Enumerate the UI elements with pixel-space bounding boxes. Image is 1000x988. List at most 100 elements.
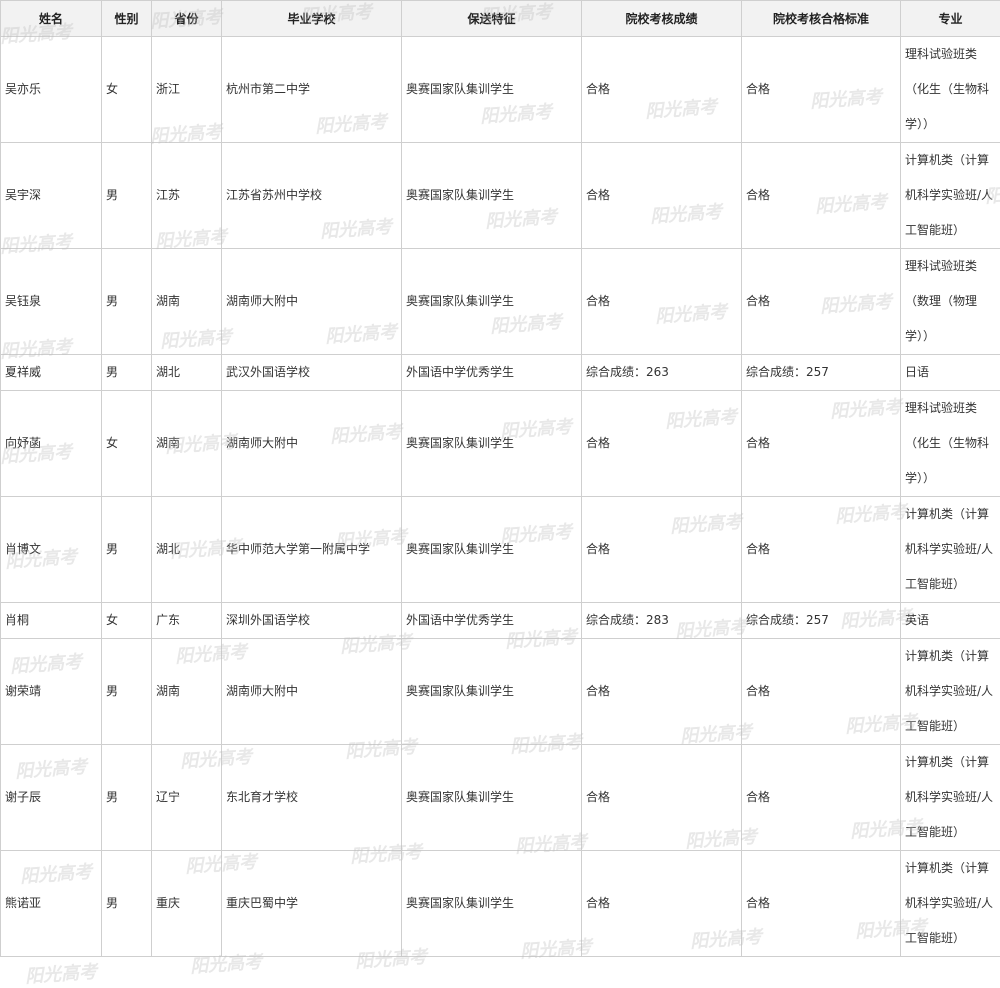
cell-school: 华中师范大学第一附属中学 — [222, 497, 402, 603]
cell-school: 重庆巴蜀中学 — [222, 851, 402, 957]
cell-gender: 男 — [102, 249, 152, 355]
table-row: 吴宇深 男 江苏 江苏省苏州中学校 奥赛国家队集训学生 合格 合格 计算机类（计… — [1, 143, 1000, 249]
cell-province: 广东 — [152, 603, 222, 639]
cell-major: 英语 — [901, 603, 1000, 639]
cell-feature: 外国语中学优秀学生 — [402, 603, 582, 639]
cell-gender: 女 — [102, 603, 152, 639]
cell-major: 理科试验班类（数理（物理学）） — [901, 249, 1000, 355]
cell-province: 湖南 — [152, 639, 222, 745]
cell-standard: 综合成绩：257 — [742, 603, 901, 639]
cell-standard: 合格 — [742, 497, 901, 603]
cell-gender: 男 — [102, 497, 152, 603]
cell-name: 熊诺亚 — [1, 851, 102, 957]
cell-school: 东北育才学校 — [222, 745, 402, 851]
cell-score: 综合成绩：283 — [582, 603, 742, 639]
cell-feature: 奥赛国家队集训学生 — [402, 851, 582, 957]
cell-standard: 合格 — [742, 639, 901, 745]
header-row: 姓名 性别 省份 毕业学校 保送特征 院校考核成绩 院校考核合格标准 专业 — [1, 1, 1000, 37]
cell-major: 理科试验班类（化生（生物科学）） — [901, 391, 1000, 497]
cell-score: 合格 — [582, 851, 742, 957]
cell-major: 理科试验班类（化生（生物科学）） — [901, 37, 1000, 143]
cell-standard: 合格 — [742, 851, 901, 957]
cell-school: 湖南师大附中 — [222, 639, 402, 745]
cell-name: 吴亦乐 — [1, 37, 102, 143]
table-row: 谢荣靖 男 湖南 湖南师大附中 奥赛国家队集训学生 合格 合格 计算机类（计算机… — [1, 639, 1000, 745]
cell-province: 湖北 — [152, 355, 222, 391]
cell-gender: 男 — [102, 355, 152, 391]
cell-name: 吴宇深 — [1, 143, 102, 249]
watermark-text: 阳光高考 — [24, 958, 98, 988]
cell-score: 合格 — [582, 37, 742, 143]
cell-major: 计算机类（计算机科学实验班/人工智能班） — [901, 497, 1000, 603]
cell-gender: 女 — [102, 391, 152, 497]
cell-school: 深圳外国语学校 — [222, 603, 402, 639]
table-row: 熊诺亚 男 重庆 重庆巴蜀中学 奥赛国家队集训学生 合格 合格 计算机类（计算机… — [1, 851, 1000, 957]
cell-province: 湖北 — [152, 497, 222, 603]
cell-name: 夏祥威 — [1, 355, 102, 391]
cell-feature: 外国语中学优秀学生 — [402, 355, 582, 391]
cell-score: 综合成绩：263 — [582, 355, 742, 391]
cell-school: 杭州市第二中学 — [222, 37, 402, 143]
cell-standard: 合格 — [742, 37, 901, 143]
table-row: 肖桐 女 广东 深圳外国语学校 外国语中学优秀学生 综合成绩：283 综合成绩：… — [1, 603, 1000, 639]
cell-feature: 奥赛国家队集训学生 — [402, 37, 582, 143]
table-row: 吴亦乐 女 浙江 杭州市第二中学 奥赛国家队集训学生 合格 合格 理科试验班类（… — [1, 37, 1000, 143]
header-major: 专业 — [901, 1, 1000, 37]
cell-name: 吴钰泉 — [1, 249, 102, 355]
cell-name: 谢荣靖 — [1, 639, 102, 745]
cell-province: 江苏 — [152, 143, 222, 249]
cell-name: 向妤菡 — [1, 391, 102, 497]
cell-standard: 合格 — [742, 391, 901, 497]
cell-school: 江苏省苏州中学校 — [222, 143, 402, 249]
header-standard: 院校考核合格标准 — [742, 1, 901, 37]
cell-standard: 综合成绩：257 — [742, 355, 901, 391]
cell-standard: 合格 — [742, 745, 901, 851]
cell-province: 湖南 — [152, 249, 222, 355]
cell-score: 合格 — [582, 143, 742, 249]
cell-gender: 男 — [102, 851, 152, 957]
cell-school: 湖南师大附中 — [222, 391, 402, 497]
header-province: 省份 — [152, 1, 222, 37]
cell-score: 合格 — [582, 249, 742, 355]
cell-major: 计算机类（计算机科学实验班/人工智能班） — [901, 851, 1000, 957]
cell-province: 湖南 — [152, 391, 222, 497]
cell-major: 计算机类（计算机科学实验班/人工智能班） — [901, 745, 1000, 851]
cell-gender: 男 — [102, 639, 152, 745]
cell-gender: 女 — [102, 37, 152, 143]
cell-score: 合格 — [582, 497, 742, 603]
table-row: 向妤菡 女 湖南 湖南师大附中 奥赛国家队集训学生 合格 合格 理科试验班类（化… — [1, 391, 1000, 497]
header-school: 毕业学校 — [222, 1, 402, 37]
cell-gender: 男 — [102, 143, 152, 249]
cell-gender: 男 — [102, 745, 152, 851]
cell-feature: 奥赛国家队集训学生 — [402, 497, 582, 603]
cell-name: 肖桐 — [1, 603, 102, 639]
cell-score: 合格 — [582, 639, 742, 745]
cell-province: 重庆 — [152, 851, 222, 957]
cell-feature: 奥赛国家队集训学生 — [402, 639, 582, 745]
cell-major: 计算机类（计算机科学实验班/人工智能班） — [901, 639, 1000, 745]
cell-standard: 合格 — [742, 143, 901, 249]
cell-score: 合格 — [582, 745, 742, 851]
header-gender: 性别 — [102, 1, 152, 37]
cell-standard: 合格 — [742, 249, 901, 355]
cell-province: 浙江 — [152, 37, 222, 143]
table-row: 吴钰泉 男 湖南 湖南师大附中 奥赛国家队集训学生 合格 合格 理科试验班类（数… — [1, 249, 1000, 355]
table-row: 谢子辰 男 辽宁 东北育才学校 奥赛国家队集训学生 合格 合格 计算机类（计算机… — [1, 745, 1000, 851]
cell-feature: 奥赛国家队集训学生 — [402, 249, 582, 355]
cell-province: 辽宁 — [152, 745, 222, 851]
cell-school: 武汉外国语学校 — [222, 355, 402, 391]
cell-school: 湖南师大附中 — [222, 249, 402, 355]
admission-table: 姓名 性别 省份 毕业学校 保送特征 院校考核成绩 院校考核合格标准 专业 吴亦… — [0, 0, 1000, 957]
cell-feature: 奥赛国家队集训学生 — [402, 391, 582, 497]
cell-major: 日语 — [901, 355, 1000, 391]
cell-major: 计算机类（计算机科学实验班/人工智能班） — [901, 143, 1000, 249]
header-feature: 保送特征 — [402, 1, 582, 37]
cell-name: 谢子辰 — [1, 745, 102, 851]
cell-name: 肖博文 — [1, 497, 102, 603]
table-row: 肖博文 男 湖北 华中师范大学第一附属中学 奥赛国家队集训学生 合格 合格 计算… — [1, 497, 1000, 603]
header-name: 姓名 — [1, 1, 102, 37]
table-row: 夏祥威 男 湖北 武汉外国语学校 外国语中学优秀学生 综合成绩：263 综合成绩… — [1, 355, 1000, 391]
cell-score: 合格 — [582, 391, 742, 497]
cell-feature: 奥赛国家队集训学生 — [402, 143, 582, 249]
header-score: 院校考核成绩 — [582, 1, 742, 37]
